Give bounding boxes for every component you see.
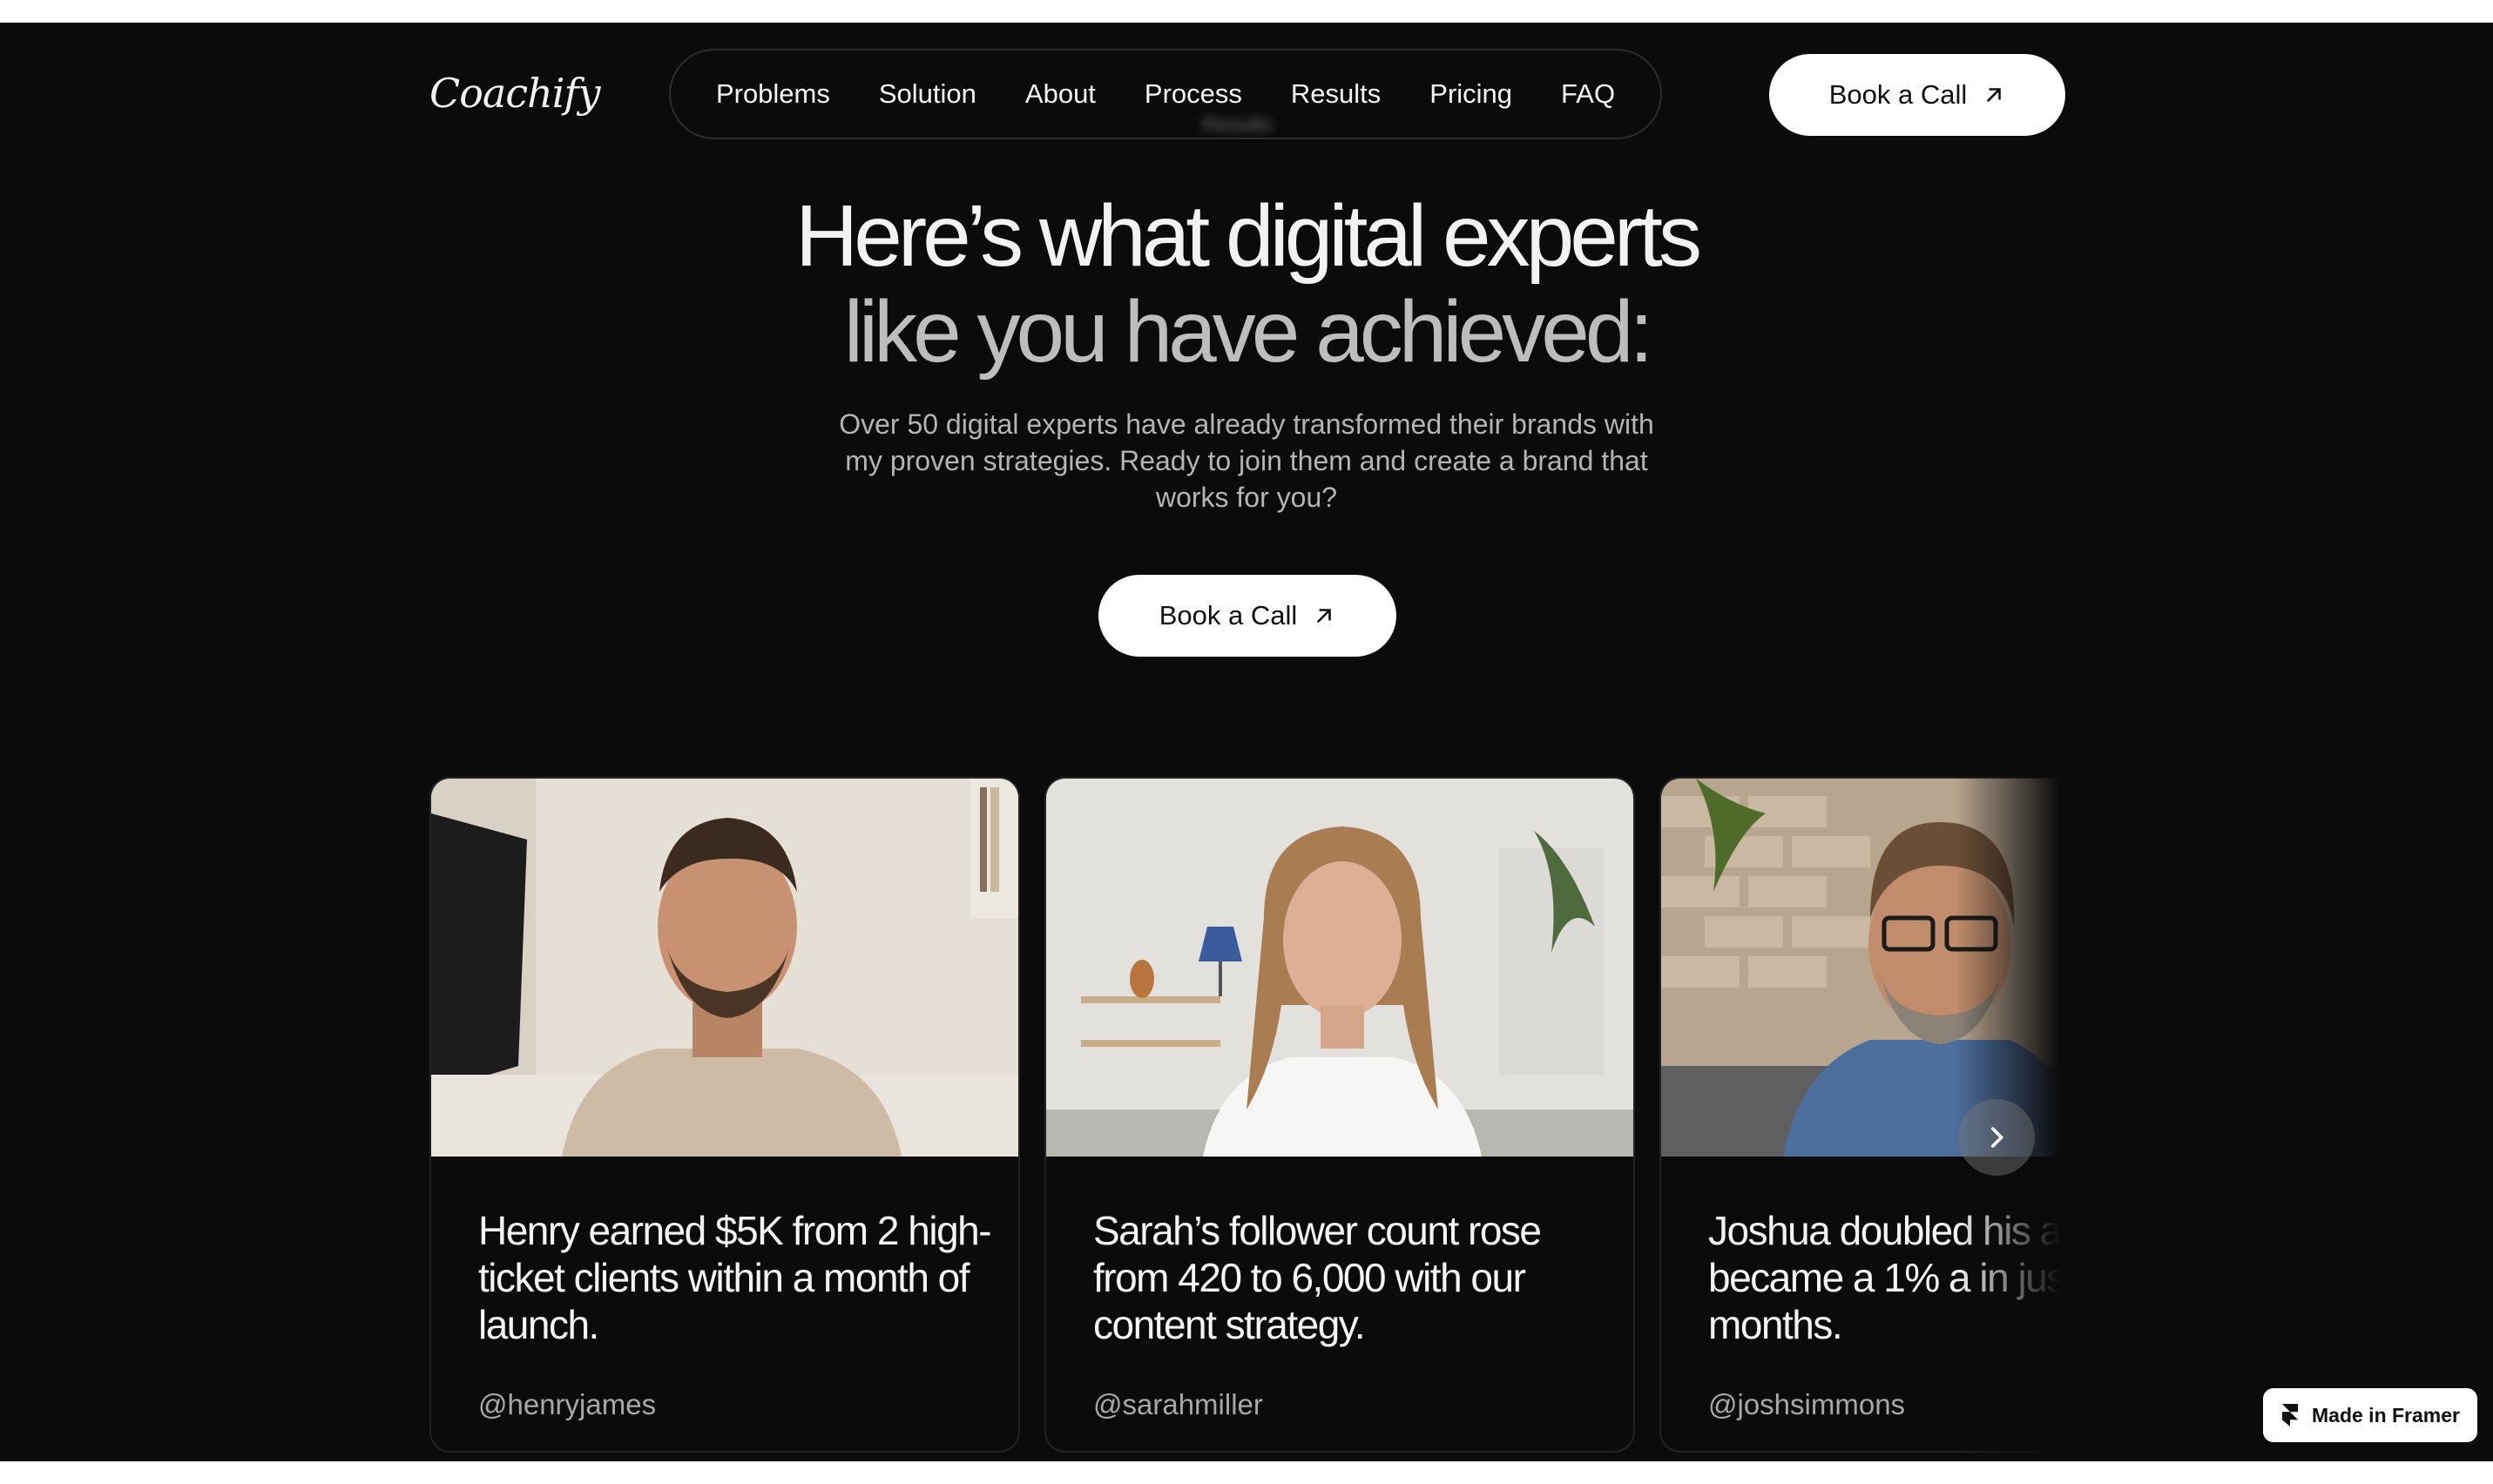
arrow-up-right-icon bbox=[1987, 88, 2002, 102]
testimonial-video-thumbnail[interactable] bbox=[1046, 779, 1633, 1157]
hero-title: Here’s what digital experts like you hav… bbox=[0, 188, 2493, 380]
nav-item-process[interactable]: Process bbox=[1145, 78, 1242, 110]
hero-subtitle: Over 50 digital experts have already tra… bbox=[839, 408, 1654, 513]
nav-item-pricing[interactable]: Pricing bbox=[1429, 78, 1512, 110]
testimonial-video-thumbnail[interactable] bbox=[431, 779, 1018, 1157]
book-call-label: Book a Call bbox=[1828, 79, 1968, 110]
nav-item-problems[interactable]: Problems bbox=[716, 78, 830, 110]
book-call-button-hero[interactable]: Book a Call bbox=[1098, 575, 1396, 657]
blurred-nav-label: Results bbox=[1202, 113, 1273, 137]
testimonial-text: Joshua doubled his and became a 1% a in … bbox=[1708, 1208, 2060, 1347]
testimonial-card-henry[interactable]: Henry earned $5K from 2 high-ticket clie… bbox=[429, 777, 1020, 1453]
testimonial-handle[interactable]: @sarahmiller bbox=[1093, 1388, 1263, 1421]
testimonial-text: Henry earned $5K from 2 high-ticket clie… bbox=[478, 1208, 992, 1347]
page: Coachify Problems Solution About Process… bbox=[0, 23, 2493, 1461]
nav-item-about[interactable]: About bbox=[1025, 78, 1096, 110]
chevron-right-icon bbox=[1990, 1127, 2003, 1148]
made-in-framer-label: Made in Framer bbox=[2312, 1403, 2460, 1427]
testimonial-card-sarah[interactable]: Sarah’s follower count rose from 420 to … bbox=[1044, 777, 1635, 1453]
testimonial-text: Sarah’s follower count rose from 420 to … bbox=[1093, 1208, 1542, 1347]
book-call-button-header[interactable]: Book a Call bbox=[1769, 54, 2065, 136]
nav-item-results[interactable]: Results bbox=[1291, 78, 1381, 110]
hero-title-line2: like you have achieved: bbox=[843, 283, 1654, 381]
brand-logo[interactable]: Coachify bbox=[429, 70, 600, 117]
nav-item-solution[interactable]: Solution bbox=[879, 78, 976, 110]
main-nav: Problems Solution About Process Results … bbox=[669, 49, 1662, 139]
testimonial-handle[interactable]: @joshsimmons bbox=[1708, 1388, 1905, 1421]
book-call-label: Book a Call bbox=[1159, 600, 1298, 631]
nav-item-faq[interactable]: FAQ bbox=[1561, 78, 1615, 110]
framer-logo-icon bbox=[2281, 1404, 2299, 1427]
made-in-framer-badge[interactable]: Made in Framer bbox=[2263, 1388, 2477, 1442]
hero-title-line1: Here’s what digital experts bbox=[795, 187, 1702, 285]
carousel-next-button[interactable] bbox=[1958, 1099, 2035, 1176]
testimonial-handle[interactable]: @henryjames bbox=[478, 1388, 656, 1421]
testimonial-carousel: Henry earned $5K from 2 high-ticket clie… bbox=[429, 777, 2060, 1461]
arrow-up-right-icon bbox=[1317, 609, 1332, 623]
